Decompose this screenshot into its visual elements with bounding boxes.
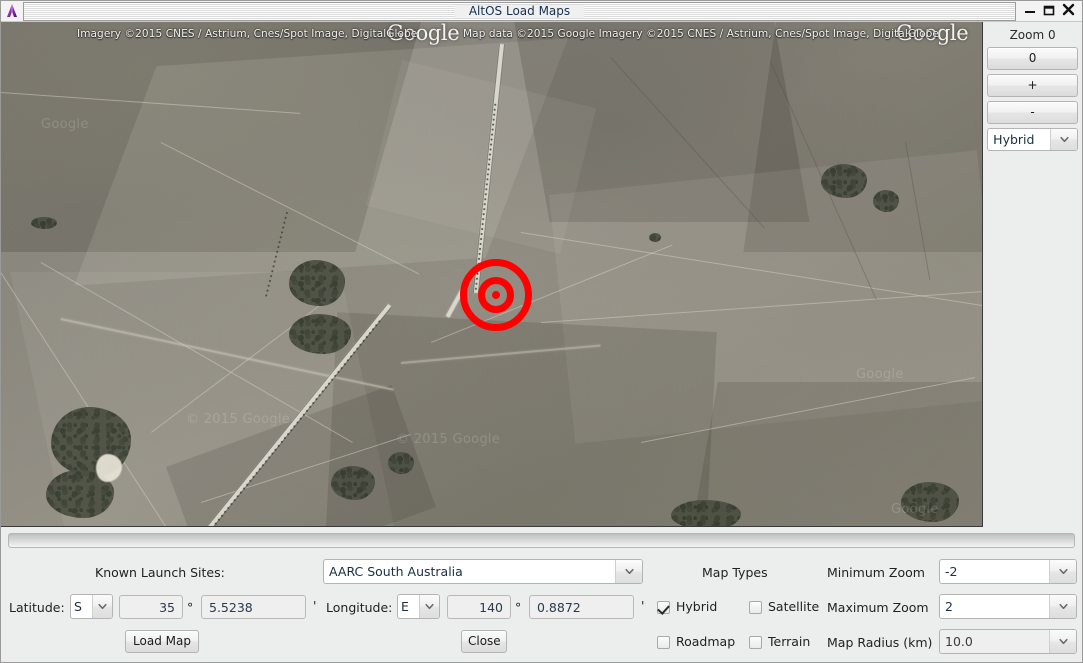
- latitude-degrees-value: 35: [159, 600, 175, 615]
- map-radius-select[interactable]: 10.0: [939, 629, 1077, 654]
- load-map-button[interactable]: Load Map: [125, 630, 199, 653]
- zoom-reset-button[interactable]: 0: [987, 47, 1078, 70]
- minimum-zoom-select[interactable]: -2: [939, 559, 1077, 584]
- latitude-hemisphere-select[interactable]: S: [70, 594, 113, 619]
- longitude-minutes-value: 0.8872: [537, 600, 581, 615]
- terrain-checkbox-box[interactable]: [749, 636, 762, 649]
- known-launch-sites-label: Known Launch Sites:: [95, 565, 225, 581]
- chevron-down-icon: [419, 595, 439, 618]
- zoom-in-button[interactable]: +: [987, 74, 1078, 97]
- control-form: Known Launch Sites: AARC South Australia…: [1, 553, 1082, 662]
- checkbox-terrain[interactable]: Terrain: [749, 635, 810, 649]
- longitude-minute-symbol: ': [641, 598, 644, 613]
- map-imagery: Google © 2015 Google Google © 2015 Googl…: [1, 22, 982, 526]
- chevron-down-icon: [1049, 595, 1076, 618]
- checkbox-roadmap[interactable]: Roadmap: [657, 635, 735, 649]
- longitude-degrees-input[interactable]: 140: [447, 595, 511, 619]
- maximize-icon[interactable]: [1043, 3, 1055, 19]
- rocket-icon: [3, 2, 21, 20]
- known-launch-sites-select[interactable]: AARC South Australia: [323, 559, 643, 584]
- tree-cluster: [331, 466, 375, 500]
- title-bar: AltOS Load Maps: [1, 1, 1082, 22]
- title-plate: AltOS Load Maps: [23, 2, 1016, 21]
- window-controls: [1016, 3, 1080, 19]
- map-type-value: Hybrid: [988, 129, 1050, 150]
- close-icon[interactable]: [1062, 3, 1075, 19]
- tree-cluster: [289, 314, 351, 354]
- window-title: AltOS Load Maps: [455, 4, 584, 19]
- google-watermark: © 2015 Google: [186, 412, 290, 427]
- chevron-down-icon: [615, 560, 642, 583]
- chevron-down-icon: [1049, 560, 1076, 583]
- chevron-down-icon: [1049, 630, 1076, 653]
- roadmap-checkbox-label: Roadmap: [676, 635, 735, 649]
- tree-cluster: [289, 260, 345, 306]
- latitude-minutes-input[interactable]: 5.5238: [201, 595, 306, 619]
- longitude-hemisphere-select[interactable]: E: [397, 594, 440, 619]
- tree-cluster: [388, 452, 414, 474]
- latitude-hemisphere-value: S: [71, 595, 92, 618]
- horizontal-scrollbar[interactable]: [8, 533, 1075, 548]
- minimum-zoom-label: Minimum Zoom: [827, 565, 925, 581]
- map-types-label: Map Types: [702, 565, 768, 581]
- hybrid-checkbox-label: Hybrid: [676, 600, 717, 614]
- scrollbar-area: [1, 527, 1082, 553]
- map-radius-label: Map Radius (km): [827, 635, 932, 651]
- latitude-minute-symbol: ': [313, 598, 316, 613]
- map-view[interactable]: Google © 2015 Google Google © 2015 Googl…: [1, 22, 983, 527]
- latitude-degrees-input[interactable]: 35: [119, 595, 183, 619]
- tree-cluster: [873, 190, 899, 212]
- maximum-zoom-value: 2: [940, 595, 1049, 618]
- known-launch-sites-value: AARC South Australia: [324, 560, 615, 583]
- map-radius-value: 10.0: [940, 630, 1049, 653]
- map-type-select[interactable]: Hybrid: [987, 128, 1078, 151]
- longitude-label: Longitude:: [326, 600, 392, 616]
- longitude-degrees-value: 140: [479, 600, 503, 615]
- latitude-degree-symbol: °: [187, 600, 193, 615]
- tree-cluster: [821, 164, 867, 198]
- latitude-minutes-value: 5.5238: [209, 600, 253, 615]
- map-and-zoom-row: Google © 2015 Google Google © 2015 Googl…: [1, 22, 1082, 527]
- maximum-zoom-label: Maximum Zoom: [827, 600, 929, 616]
- latitude-label: Latitude:: [9, 600, 65, 616]
- zoom-out-button[interactable]: -: [987, 101, 1078, 124]
- checkbox-hybrid[interactable]: Hybrid: [657, 600, 717, 614]
- tree-cluster: [31, 217, 57, 229]
- roadmap-checkbox-box[interactable]: [657, 636, 670, 649]
- chevron-down-icon: [1050, 129, 1077, 150]
- satellite-checkbox-label: Satellite: [768, 600, 819, 614]
- tree-cluster: [649, 233, 661, 242]
- altos-load-maps-window: AltOS Load Maps: [0, 0, 1083, 663]
- close-button[interactable]: Close: [461, 630, 507, 653]
- google-watermark: © 2015 Google: [396, 432, 500, 447]
- zoom-level-label: Zoom 0: [987, 25, 1078, 43]
- marker-center-dot: [492, 291, 500, 299]
- minimize-icon[interactable]: [1024, 3, 1036, 19]
- longitude-degree-symbol: °: [515, 600, 521, 615]
- zoom-panel: Zoom 0 0 + - Hybrid: [983, 22, 1082, 527]
- tree-cluster: [671, 500, 741, 526]
- longitude-hemisphere-value: E: [398, 595, 419, 618]
- maximum-zoom-select[interactable]: 2: [939, 594, 1077, 619]
- longitude-minutes-input[interactable]: 0.8872: [529, 595, 634, 619]
- terrain-checkbox-label: Terrain: [768, 635, 810, 649]
- launch-site-marker[interactable]: [459, 258, 533, 332]
- minimum-zoom-value: -2: [940, 560, 1049, 583]
- google-watermark: Google: [856, 367, 904, 382]
- map-attribution-right: Map data ©2015 Google Imagery ©2015 CNES…: [463, 28, 939, 40]
- google-watermark: Google: [891, 502, 939, 517]
- checkbox-satellite[interactable]: Satellite: [749, 600, 819, 614]
- satellite-checkbox-box[interactable]: [749, 601, 762, 614]
- chevron-down-icon: [92, 595, 112, 618]
- hybrid-checkbox-box[interactable]: [657, 601, 670, 614]
- google-watermark: Google: [41, 117, 89, 132]
- map-attribution-left: Imagery ©2015 CNES / Astrium, Cnes/Spot …: [77, 28, 417, 40]
